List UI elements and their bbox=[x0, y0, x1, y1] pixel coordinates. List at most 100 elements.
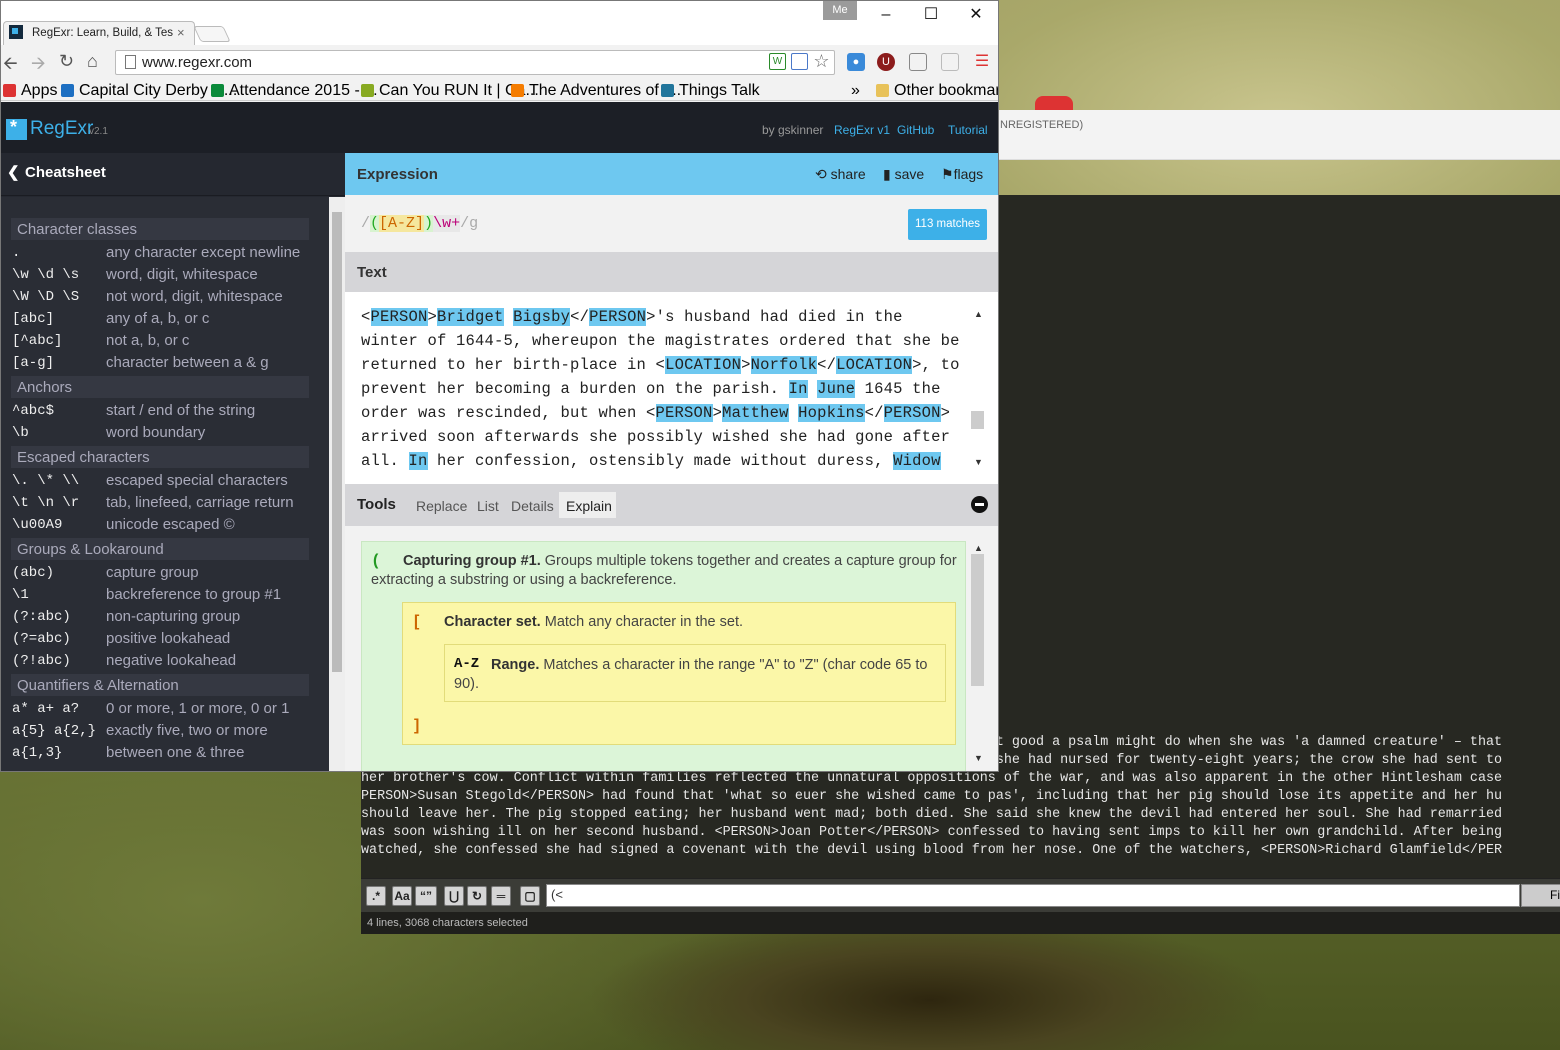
maximize-button[interactable]: ☐ bbox=[911, 5, 951, 25]
regexr-v1-link[interactable]: RegExr v1 bbox=[834, 123, 890, 137]
cheatsheet-section[interactable]: Quantifiers & Alternation bbox=[11, 674, 309, 696]
cheatsheet-desc: backreference to group #1 bbox=[106, 586, 282, 603]
share-button[interactable]: ⟲ share bbox=[815, 166, 866, 183]
expr-flags: /g bbox=[460, 215, 479, 232]
more-bookmarks-icon[interactable]: » bbox=[851, 82, 860, 100]
sidebar-title[interactable]: Cheatsheet bbox=[25, 164, 106, 181]
scroll-down-icon[interactable]: ▼ bbox=[974, 457, 983, 467]
cheatsheet-row[interactable]: (?=abc) positive lookahead bbox=[11, 628, 309, 650]
other-bookmarks[interactable]: Other bookmarks bbox=[876, 82, 998, 100]
text-scrollbar[interactable] bbox=[969, 307, 986, 467]
cheatsheet-row[interactable]: \b word boundary bbox=[11, 422, 309, 444]
cheatsheet-row[interactable]: [a-g] character between a & g bbox=[11, 352, 309, 374]
cheatsheet-section[interactable]: Character classes bbox=[11, 218, 309, 240]
cheatsheet-section[interactable]: Groups & Lookaround bbox=[11, 538, 309, 560]
cheatsheet-row[interactable]: . any character except newline bbox=[11, 242, 309, 264]
cheatsheet-row[interactable]: \w \d \s word, digit, whitespace bbox=[11, 264, 309, 286]
cheatsheet-row[interactable]: ^abc$ start / end of the string bbox=[11, 400, 309, 422]
bookmark-icon: ▮ bbox=[883, 166, 891, 182]
text-span: all. bbox=[361, 452, 409, 470]
reload-icon[interactable]: ↻ bbox=[59, 51, 74, 72]
tutorial-link[interactable]: Tutorial bbox=[948, 123, 988, 137]
profile-button[interactable]: Me bbox=[823, 1, 857, 20]
back-icon[interactable]: 🡨 bbox=[3, 51, 18, 81]
author-link[interactable]: by gskinner bbox=[762, 123, 823, 137]
text-span: > bbox=[427, 308, 438, 326]
cheatsheet-row[interactable]: \1 backreference to group #1 bbox=[11, 584, 309, 606]
cheatsheet-section[interactable]: Escaped characters bbox=[11, 446, 309, 468]
cheatsheet-row[interactable]: \W \D \S not word, digit, whitespace bbox=[11, 286, 309, 308]
cheatsheet-section[interactable]: Anchors bbox=[11, 376, 309, 398]
bookmark-item[interactable]: Things Talk bbox=[661, 82, 760, 100]
browser-tab[interactable]: RegExr: Learn, Build, & Tes bbox=[3, 21, 195, 45]
extension-icon[interactable]: W bbox=[769, 53, 786, 70]
find-option-button[interactable]: ▢ bbox=[520, 886, 540, 906]
cheatsheet-row[interactable]: \t \n \r tab, linefeed, carriage return bbox=[11, 492, 309, 514]
tab-close-icon[interactable]: × bbox=[177, 25, 185, 40]
text-span: her confession, ostensibly made without … bbox=[427, 452, 894, 470]
bookmark-item[interactable]: Apps bbox=[3, 82, 57, 100]
message-icon[interactable] bbox=[941, 53, 959, 71]
cheatsheet-desc: positive lookahead bbox=[106, 630, 231, 647]
cheatsheet-row[interactable]: \. \* \\ escaped special characters bbox=[11, 470, 309, 492]
cheatsheet-row[interactable]: [abc] any of a, b, or c bbox=[11, 308, 309, 330]
cheatsheet-row[interactable]: (abc) capture group bbox=[11, 562, 309, 584]
cheatsheet-token: ^abc$ bbox=[12, 403, 55, 419]
find-option-button[interactable]: Aa bbox=[392, 886, 412, 906]
cheatsheet-row[interactable]: (?!abc) negative lookahead bbox=[11, 650, 309, 672]
text-line: arrived soon afterwards she possibly wis… bbox=[361, 428, 950, 446]
close-window-button[interactable]: ✕ bbox=[956, 5, 996, 25]
bookmark-favicon-icon bbox=[211, 84, 224, 97]
cheatsheet-row[interactable]: a{5} a{2,} exactly five, two or more bbox=[11, 720, 309, 742]
find-option-button[interactable]: ═ bbox=[491, 886, 511, 906]
github-link[interactable]: GitHub bbox=[897, 123, 934, 137]
find-option-button[interactable]: .* bbox=[366, 886, 386, 906]
tab-explain[interactable]: Explain bbox=[566, 498, 612, 514]
reader-icon[interactable] bbox=[791, 53, 808, 70]
url-text[interactable]: www.regexr.com bbox=[142, 54, 252, 71]
expression-input[interactable]: /([A-Z])\w+/g bbox=[361, 215, 478, 232]
text-span bbox=[504, 308, 514, 326]
scroll-up-icon[interactable]: ▲ bbox=[974, 309, 983, 319]
back-chevron-icon[interactable]: ❮ bbox=[7, 163, 20, 181]
tab-replace[interactable]: Replace bbox=[416, 498, 467, 514]
forward-icon[interactable]: 🡪 bbox=[31, 51, 46, 81]
tools-scroll-thumb[interactable] bbox=[971, 554, 984, 686]
cheatsheet: Character classes. any character except n… bbox=[1, 197, 329, 771]
home-icon[interactable]: ⌂ bbox=[87, 51, 98, 72]
text-span: 1645 the bbox=[855, 380, 941, 398]
find-option-button[interactable]: ⋃ bbox=[444, 886, 464, 906]
tab-list[interactable]: List bbox=[477, 498, 499, 514]
tab-details[interactable]: Details bbox=[511, 498, 554, 514]
bookmark-star-icon[interactable]: ☆ bbox=[813, 52, 830, 70]
cheatsheet-row[interactable]: a{1,3} between one & three bbox=[11, 742, 309, 764]
flags-button[interactable]: ⚑flags bbox=[941, 166, 983, 183]
cheatsheet-row[interactable]: (?:abc) non-capturing group bbox=[11, 606, 309, 628]
cheatsheet-row[interactable]: [^abc] not a, b, or c bbox=[11, 330, 309, 352]
cheatsheet-row[interactable]: a* a+ a? 0 or more, 1 or more, 0 or 1 bbox=[11, 698, 309, 720]
page-info-icon[interactable] bbox=[125, 55, 136, 69]
extension-badge-icon[interactable]: ● bbox=[847, 53, 865, 71]
collapse-tools-icon[interactable] bbox=[971, 496, 988, 513]
scroll-down-icon[interactable]: ▼ bbox=[974, 753, 983, 763]
bookmark-item[interactable]: The Adventures of t... bbox=[511, 82, 681, 100]
set-close-token: ] bbox=[414, 717, 420, 734]
sidebar-scroll-thumb[interactable] bbox=[332, 212, 342, 672]
text-scroll-thumb[interactable] bbox=[971, 411, 984, 429]
bookmark-item[interactable]: Attendance 2015 - ... bbox=[211, 82, 378, 100]
scroll-up-icon[interactable]: ▲ bbox=[974, 543, 983, 553]
cheatsheet-token: (?:abc) bbox=[12, 609, 71, 625]
save-button[interactable]: ▮ save bbox=[883, 166, 924, 183]
ublock-icon[interactable]: U bbox=[877, 53, 895, 71]
cheatsheet-row[interactable]: \u00A9 unicode escaped © bbox=[11, 514, 309, 536]
find-button[interactable]: Fi bbox=[1521, 884, 1560, 907]
minimize-button[interactable]: – bbox=[866, 5, 906, 25]
find-input[interactable]: (< bbox=[546, 884, 1520, 907]
flag-icon: ⚑ bbox=[941, 166, 954, 182]
cast-icon[interactable] bbox=[909, 53, 927, 71]
regexr-logo[interactable]: RegExr bbox=[30, 118, 93, 140]
find-option-button[interactable]: “” bbox=[415, 886, 437, 906]
cheatsheet-token: \. \* \\ bbox=[12, 473, 80, 489]
find-option-button[interactable]: ↻ bbox=[467, 886, 487, 906]
menu-icon[interactable]: ☰ bbox=[973, 53, 991, 71]
